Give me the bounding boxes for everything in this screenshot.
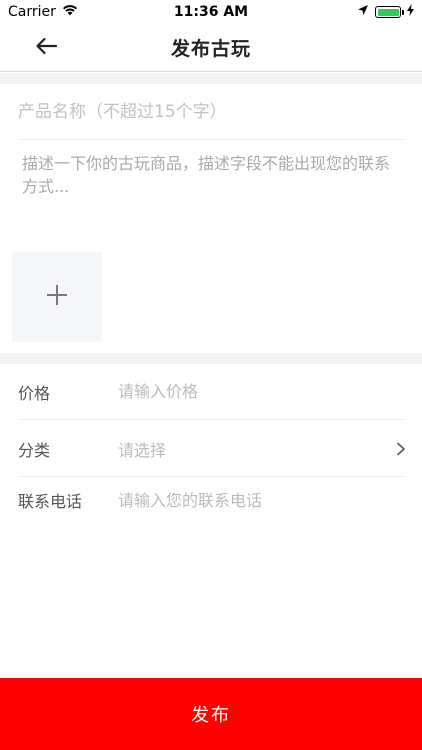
back-button[interactable] [30,32,62,64]
product-name-row [18,84,406,140]
location-arrow-icon [357,4,369,20]
phone-label: 联系电话 [18,492,83,511]
status-bar: Carrier 11:36 AM [0,0,422,24]
price-input[interactable] [118,382,406,401]
battery-icon [375,6,404,18]
arrow-left-icon [35,37,58,59]
phone-input[interactable] [118,490,406,510]
battery-fill [377,8,399,16]
page-title: 发布古玩 [170,38,251,60]
description-input[interactable] [22,152,402,242]
section-divider-middle [0,353,422,364]
nav-bar: 发布古玩 [0,24,422,72]
carrier-label: Carrier [8,4,56,20]
charging-bolt-icon [407,4,414,20]
wifi-icon [62,4,78,20]
phone-row: 联系电话 [18,472,406,528]
plus-icon [45,283,69,311]
battery-cap [402,10,404,15]
status-left: Carrier [8,4,78,20]
chevron-right-icon [386,439,406,459]
publish-button[interactable]: 发布 [0,678,422,750]
price-label: 价格 [18,383,51,403]
category-select[interactable]: 请选择 [118,437,386,461]
status-right [357,4,414,20]
category-row[interactable]: 分类 请选择 [18,421,406,477]
section-divider-top [0,73,422,84]
price-row: 价格 [18,364,406,420]
category-label: 分类 [18,440,51,460]
product-name-input[interactable] [18,101,406,122]
add-image-button[interactable] [12,252,102,342]
